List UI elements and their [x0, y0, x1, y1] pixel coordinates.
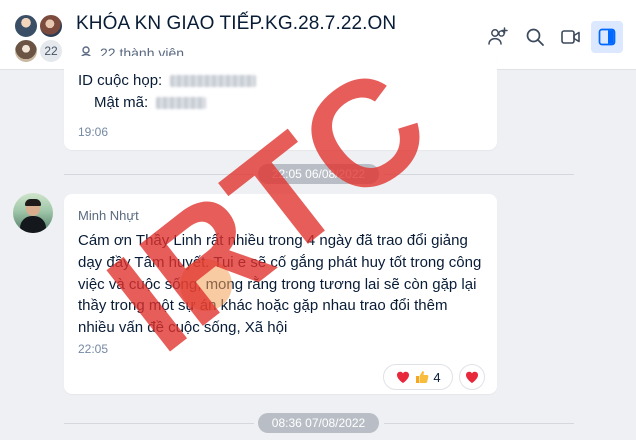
- search-icon: [526, 28, 544, 46]
- reaction-count: 4: [433, 369, 441, 385]
- divider: [384, 423, 574, 424]
- add-member-button[interactable]: [483, 22, 513, 52]
- redacted-meeting-id: [170, 75, 257, 88]
- video-call-icon: [561, 30, 580, 44]
- meeting-password-label: Mật mã:: [94, 94, 149, 111]
- sender-name[interactable]: Minh Nhựt: [78, 208, 139, 223]
- chat-title[interactable]: KHÓA KN GIAO TIẾP.KG.28.7.22.ON: [76, 13, 396, 35]
- react-button[interactable]: [459, 364, 485, 390]
- member-avatar: [14, 39, 38, 63]
- redacted-password: [156, 97, 207, 110]
- message-bubble[interactable]: ID cuộc họp: Mật mã: 19:06: [64, 56, 497, 150]
- meeting-password-line: Mật mã:: [94, 94, 207, 111]
- group-avatar[interactable]: 22: [12, 12, 64, 64]
- toggle-panel-button[interactable]: [591, 21, 623, 53]
- sender-avatar[interactable]: [13, 193, 53, 233]
- date-separator: 22:05 06/08/2022: [258, 164, 379, 184]
- reaction-summary[interactable]: 4: [383, 364, 453, 390]
- message-text: Cám ơn Thầy Linh rất nhiều trong 4 ngày …: [78, 232, 482, 337]
- heart-emoji-icon: [397, 371, 410, 383]
- toggle-panel-icon: [598, 28, 616, 46]
- member-count-badge: 22: [39, 39, 63, 63]
- message-time: 22:05: [78, 342, 109, 356]
- thumbs-up-emoji-icon: [416, 371, 429, 383]
- member-avatar: [39, 14, 63, 38]
- meeting-id-line: ID cuộc họp:: [78, 72, 257, 89]
- divider: [64, 174, 254, 175]
- message-time: 19:06: [78, 125, 109, 139]
- member-avatar: [14, 14, 38, 38]
- date-separator: 08:36 07/08/2022: [258, 413, 379, 433]
- search-button[interactable]: [520, 22, 550, 52]
- divider: [64, 423, 254, 424]
- divider: [384, 174, 574, 175]
- meeting-id-label: ID cuộc họp:: [78, 72, 163, 89]
- add-member-icon: [488, 27, 508, 45]
- video-call-button[interactable]: [556, 22, 586, 52]
- heart-icon: [465, 371, 479, 383]
